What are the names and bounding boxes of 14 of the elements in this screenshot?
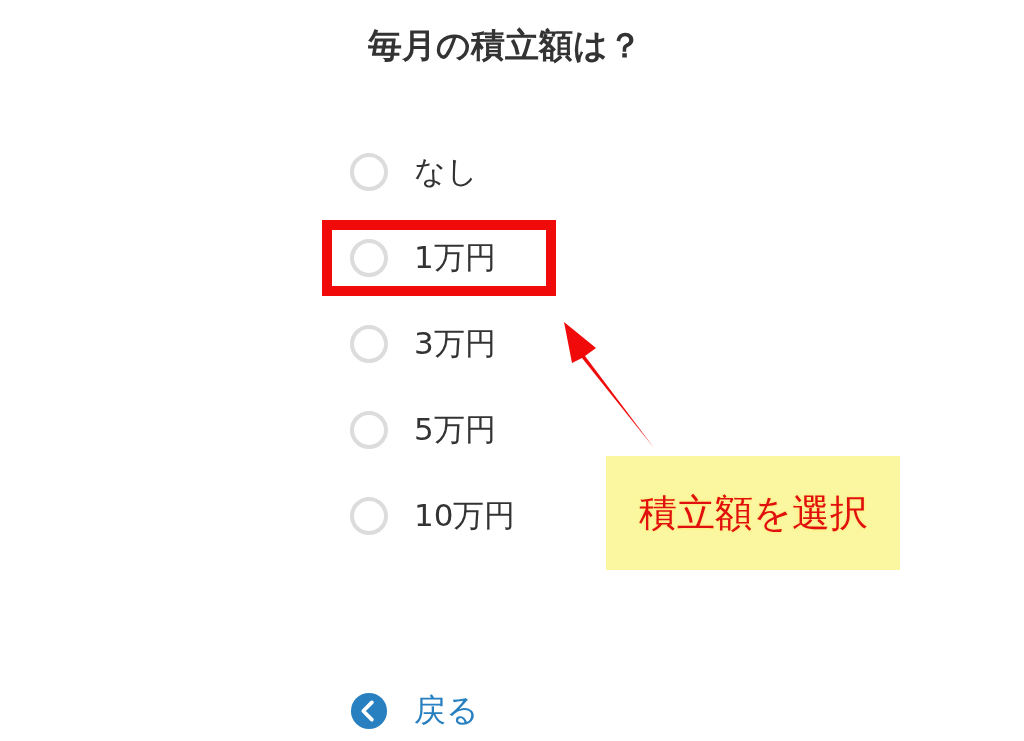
chevron-left-icon <box>350 692 388 730</box>
question-title: 毎月の積立額は？ <box>367 24 643 67</box>
radio-button[interactable] <box>350 325 388 363</box>
radio-button[interactable] <box>350 497 388 535</box>
callout-note: 積立額を選択 <box>606 456 900 570</box>
radio-button[interactable] <box>350 239 388 277</box>
radio-option[interactable]: 1万円 <box>332 237 496 279</box>
radio-button[interactable] <box>350 153 388 191</box>
radio-option[interactable]: なし <box>332 151 478 193</box>
radio-option[interactable]: 3万円 <box>332 323 496 365</box>
back-link[interactable]: 戻る <box>350 689 479 733</box>
radio-option[interactable]: 5万円 <box>332 409 496 451</box>
radio-option[interactable]: 10万円 <box>332 495 516 537</box>
radio-button[interactable] <box>350 411 388 449</box>
